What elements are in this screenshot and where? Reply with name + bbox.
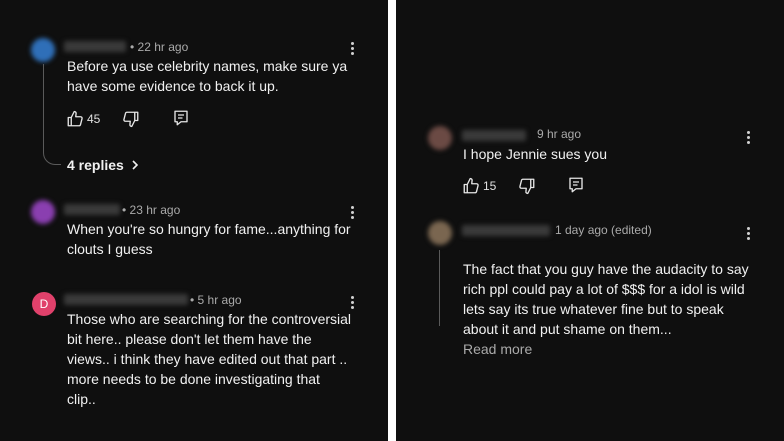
avatar[interactable]: D: [32, 292, 56, 316]
comment-text: Those who are searching for the controve…: [67, 311, 352, 407]
comment-timestamp: 1 day ago (edited): [555, 223, 652, 237]
username-blurred[interactable]: [462, 225, 550, 236]
thumbs-down-icon[interactable]: [122, 110, 140, 128]
avatar[interactable]: [428, 126, 452, 150]
replies-label: 4 replies: [67, 157, 124, 173]
comment-text: The fact that you guy have the audacity …: [463, 239, 773, 359]
username-blurred[interactable]: [462, 130, 526, 141]
like-count: 45: [87, 112, 101, 126]
comment-timestamp: 9 hr ago: [537, 127, 582, 141]
comment-body: The fact that you guy have the audacity …: [463, 261, 749, 337]
username-blurred[interactable]: [64, 294, 188, 305]
thumbs-up-icon[interactable]: [462, 177, 480, 195]
more-vert-icon[interactable]: [346, 296, 358, 310]
username-blurred[interactable]: [64, 204, 120, 215]
username-blurred[interactable]: [64, 41, 126, 52]
left-comments-panel: • 22 hr ago Before ya use celebrity name…: [0, 0, 388, 441]
read-more-link[interactable]: Read more: [463, 341, 532, 357]
comment-timestamp: • 22 hr ago: [130, 40, 189, 54]
reply-icon[interactable]: [172, 109, 190, 127]
comment-timestamp: • 23 hr ago: [122, 203, 181, 217]
comment-text: Before ya use celebrity names, make sure…: [67, 58, 348, 94]
thread-line: [43, 64, 44, 152]
more-vert-icon[interactable]: [346, 206, 358, 220]
more-vert-icon[interactable]: [346, 42, 358, 56]
avatar[interactable]: [428, 221, 452, 245]
thread-connector: [43, 151, 61, 165]
thumbs-up-icon[interactable]: [66, 110, 84, 128]
panel-separator: [388, 0, 396, 441]
avatar[interactable]: [31, 200, 55, 224]
right-comments-panel: 9 hr ago I hope Jennie sues you 15 1 day…: [396, 0, 784, 441]
comment-text: I hope Jennie sues you: [463, 146, 607, 162]
avatar[interactable]: [31, 38, 55, 62]
thread-line: [439, 250, 440, 326]
view-replies-button[interactable]: 4 replies: [67, 157, 140, 173]
thumbs-down-icon[interactable]: [518, 177, 536, 195]
reply-icon[interactable]: [567, 176, 585, 194]
like-count: 15: [483, 179, 497, 193]
more-vert-icon[interactable]: [742, 131, 754, 145]
comment-text: When you're so hungry for fame...anythin…: [67, 221, 351, 257]
comment-timestamp: • 5 hr ago: [190, 293, 242, 307]
chevron-right-icon: [132, 160, 138, 170]
